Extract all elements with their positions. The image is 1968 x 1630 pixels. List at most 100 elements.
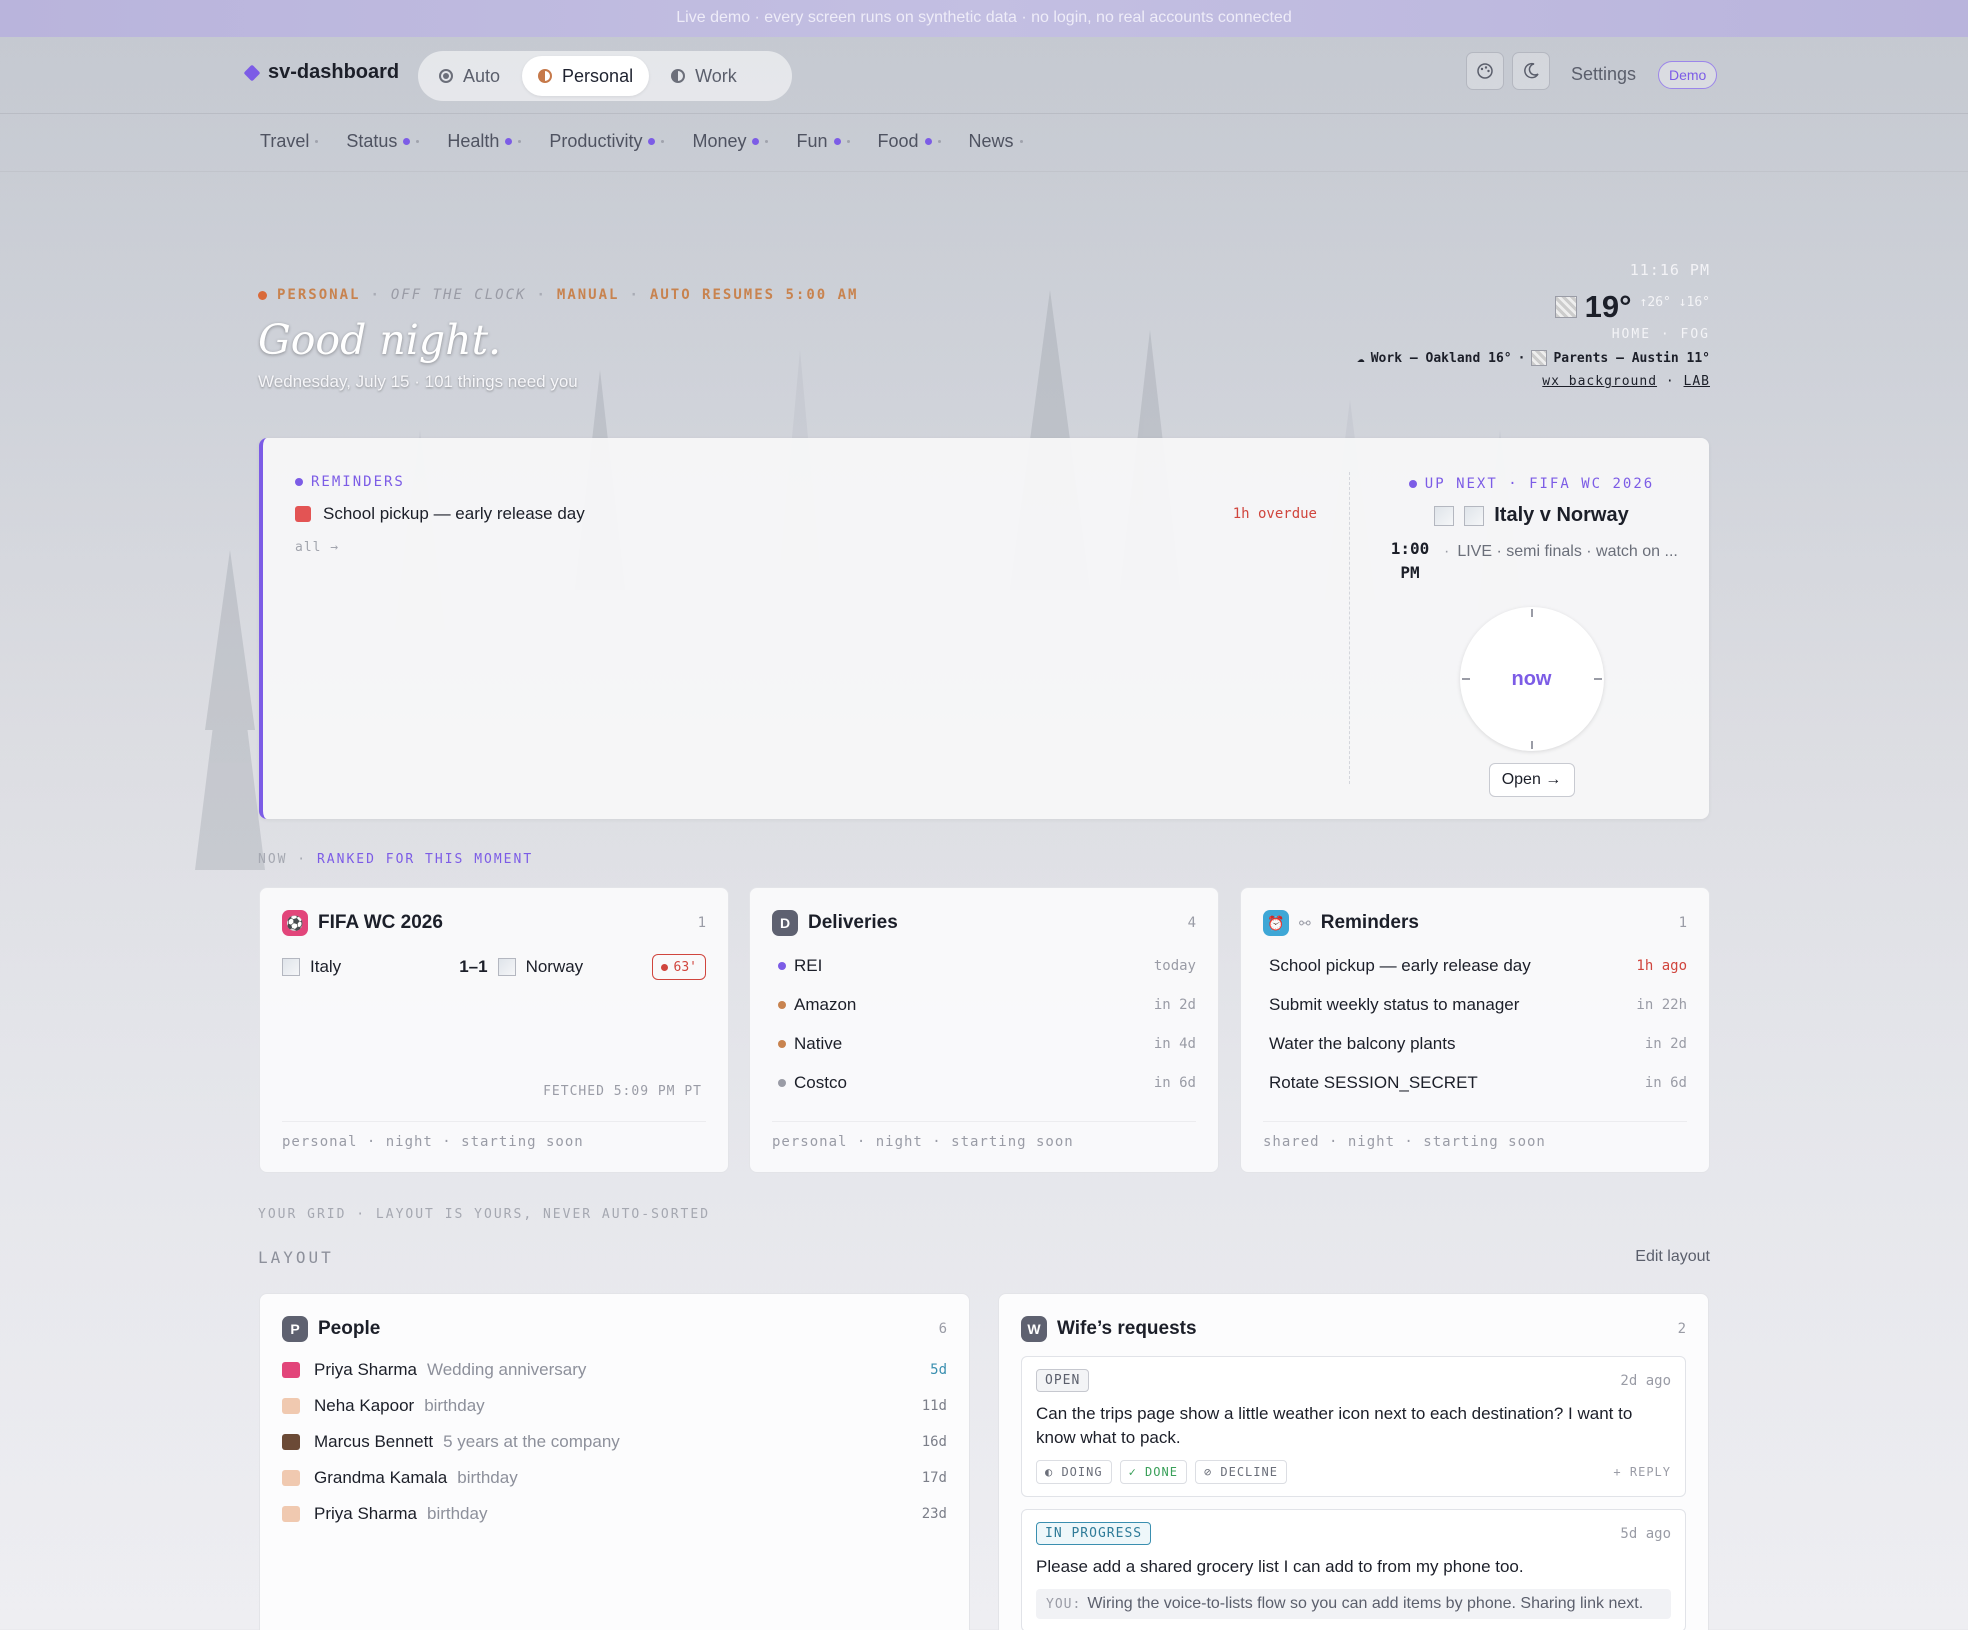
delivery-item[interactable]: Costco in 6d [772,1063,1196,1102]
person-name: Grandma Kamala [314,1468,448,1487]
reminders-panel: REMINDERS School pickup — early release … [295,474,1317,555]
dark-mode-button[interactable] [1512,52,1550,90]
done-button[interactable]: ✓ DONE [1119,1460,1187,1484]
unread-dot [752,138,760,145]
open-button[interactable]: Open → [1488,763,1575,797]
separator: · [536,287,547,303]
request-header: OPEN 2d ago [1036,1369,1671,1392]
work-mode-icon [671,69,686,83]
days-until: 23d [921,1506,947,1522]
match-desc-wrap: · LIVE · semi finals · watch on ... [1444,543,1678,561]
context-mode: PERSONAL [277,287,361,303]
reminder-row[interactable]: Rotate SESSION_SECRET in 6d [1269,1063,1687,1102]
nav-item-status[interactable]: Status [346,131,420,152]
people-list: Priya Sharma Wedding anniversary 5d Neha K… [282,1352,947,1532]
date-subline: Wednesday, July 15 · 101 things need you [258,372,578,391]
cloud-icon: ☁ [1356,350,1365,366]
delivery-item[interactable]: Native in 4d [772,1024,1196,1063]
context-manual[interactable]: MANUAL [557,287,620,303]
person-row[interactable]: Priya Sharma Wedding anniversary 5d [282,1352,947,1388]
reminders-card[interactable]: ⏰ ⚯ Reminders 1 School pickup — early re… [1240,887,1710,1173]
reminder-name: School pickup — early release day [1269,955,1531,975]
unread-dot [505,138,513,145]
fifa-card[interactable]: ⚽ FIFA WC 2026 1 Italy 1–1 Norway 63' FE… [259,887,729,1173]
nav-item-productivity[interactable]: Productivity [549,131,665,152]
unread-dot [924,138,932,145]
reminder-row[interactable]: School pickup — early release day 1h ago [1269,946,1687,985]
nav-item-travel[interactable]: Travel [260,131,319,152]
edit-layout-button[interactable]: Edit layout [1635,1248,1710,1266]
settings-link[interactable]: Settings [1571,64,1636,85]
nav-item-money[interactable]: Money [692,131,769,152]
person-row[interactable]: Priya Sharma birthday 23d [282,1496,947,1532]
mode-auto[interactable]: Auto [423,56,516,96]
person-row[interactable]: Neha Kapoor birthday 11d [282,1388,947,1424]
request-age: 5d ago [1620,1525,1671,1542]
deliveries-card[interactable]: D Deliveries 4 REI today Amazon in 2d Nati… [749,887,1219,1173]
clock-tick [1530,609,1533,617]
unread-dot [833,138,841,145]
weather-widget: 11:16 PM 19° ↑26° ↓16° HOME · FOG ☁ Work… [1357,261,1710,389]
status-dot [778,961,786,970]
mode-label: Work [695,65,737,86]
nav-label: Productivity [549,131,643,151]
up-next-label: UP NEXT · FIFA WC 2026 [1350,476,1713,492]
label-text: UP NEXT · FIFA WC 2026 [1424,476,1655,492]
card-footer: personal · night · starting soon [772,1121,1196,1150]
nav-separator [416,140,420,143]
brand-logo-icon [243,64,261,81]
auto-mode-icon [439,69,453,83]
nav-label: Travel [260,131,310,151]
wife-icon: W [1021,1316,1047,1342]
reminders-label: REMINDERS [295,474,1317,490]
nav-item-news[interactable]: News [969,131,1023,152]
home-team: Italy [310,957,342,976]
mode-work[interactable]: Work [655,56,753,96]
reminder-row[interactable]: Submit weekly status to manager in 22h [1269,985,1687,1024]
briefcase-icon [282,1434,300,1450]
greeting: Good night. [258,316,502,364]
mode-personal[interactable]: Personal [522,56,650,96]
now-caption: NOW · RANKED FOR THIS MOMENT [258,852,533,867]
person-row[interactable]: Grandma Kamala birthday 17d [282,1460,947,1496]
decline-button[interactable]: ⊘ DECLINE [1194,1460,1287,1484]
reminder-row[interactable]: Water the balcony plants in 2d [1269,1024,1687,1063]
delivery-name: Costco [794,1072,847,1092]
nav-separator [518,140,522,143]
wx-background-link[interactable]: wx background [1542,374,1657,389]
card-count: 1 [1678,915,1687,931]
all-reminders-link[interactable]: all → [295,540,1317,555]
nav-item-fun[interactable]: Fun [796,131,850,152]
lab-link[interactable]: LAB [1684,374,1710,389]
caption-highlight: RANKED FOR THIS MOMENT [316,852,534,867]
heart-icon [282,1362,300,1378]
delivery-when: today [1153,957,1196,974]
person-row[interactable]: Marcus Bennett 5 years at the company 16d [282,1424,947,1460]
nav-item-food[interactable]: Food [878,131,941,152]
doing-button[interactable]: ◐ DOING [1036,1460,1112,1484]
person-note: birthday [424,1396,485,1415]
status-dot [778,1000,786,1009]
match-desc: LIVE · semi finals · watch on ... [1457,543,1678,560]
nav-item-health[interactable]: Health [447,131,522,152]
nav-separator [661,140,665,143]
reply-button[interactable]: + REPLY [1613,1465,1671,1479]
person-note: 5 years at the company [443,1432,620,1451]
delivery-item[interactable]: Amazon in 2d [772,985,1196,1024]
delivery-item[interactable]: REI today [772,946,1196,985]
brand[interactable]: sv-dashboard [243,61,399,84]
separator: · [1517,350,1526,366]
weather-fog-icon [1554,296,1577,318]
you-text: Wiring the voice-to-lists flow so you ca… [1087,1595,1644,1612]
theme-button[interactable] [1466,52,1504,90]
reminder-when: in 22h [1636,996,1687,1013]
focus-card: REMINDERS School pickup — early release … [259,438,1709,819]
card-title: People [318,1318,381,1339]
reminder-item[interactable]: School pickup — early release day 1h ove… [295,504,1317,524]
moon-icon [1524,62,1539,79]
fetched-time: FETCHED 5:09 PM PT [543,1084,702,1099]
person-name: Marcus Bennett [314,1432,434,1451]
clock-label: now [1511,667,1552,690]
request-text: Can the trips page show a little weather… [1036,1404,1633,1447]
nav-separator [937,140,941,143]
